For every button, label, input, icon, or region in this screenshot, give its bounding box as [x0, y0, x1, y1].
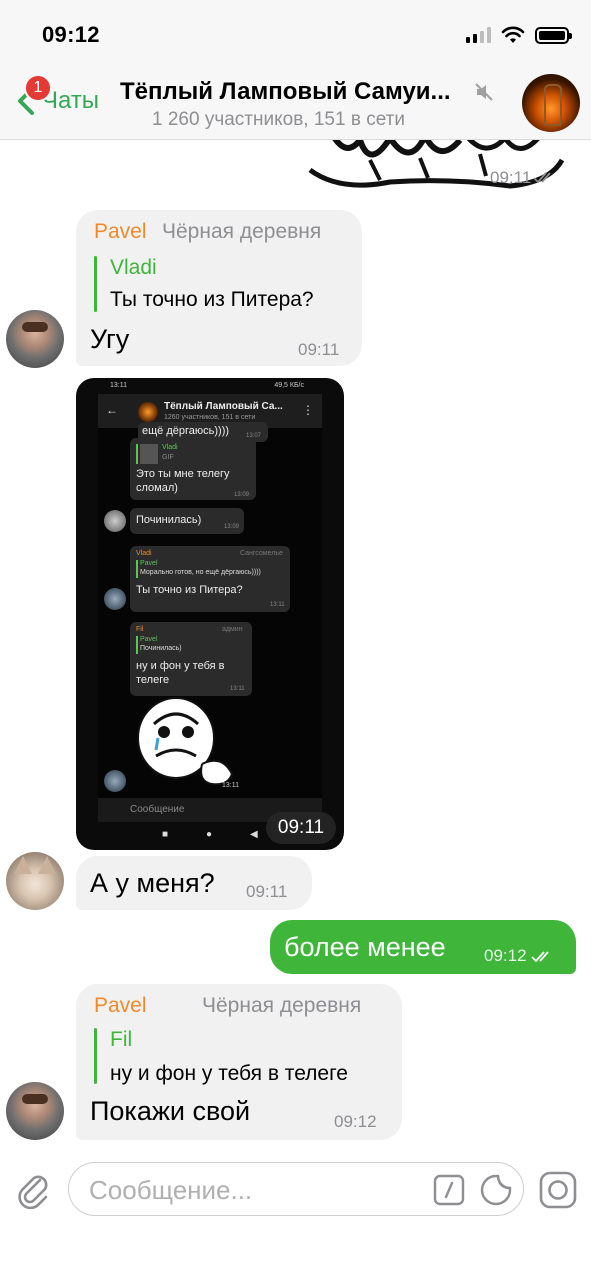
shot-bubble: Починилась) 13:09: [130, 508, 244, 534]
shot-reply-text: Починилась): [140, 645, 182, 652]
double-check-icon: [533, 172, 551, 184]
shot-time: 13:09: [234, 492, 250, 498]
shot-text: ну и фон у тебя в: [136, 660, 225, 672]
battery-icon: [535, 26, 572, 44]
shot-reply-bar: [136, 444, 138, 464]
sender-name[interactable]: Pavel: [94, 220, 147, 244]
shot-sender: Fil: [136, 626, 144, 633]
shot-nav-circle-icon: ●: [206, 829, 213, 840]
message-bubble[interactable]: А у меня? 09:11: [76, 856, 312, 910]
shot-text: Починилась): [136, 514, 202, 526]
shot-body: ещё дёргаюсь)))) 13:07 Vladi GIF Это ты …: [98, 422, 322, 798]
screenshot-image[interactable]: 13:11 49,5 КБ/с ← Тёплый Ламповый Са... …: [76, 378, 344, 850]
chat-area[interactable]: 09:11 Pavel Чёрная деревня Vladi Ты точн…: [0, 140, 591, 1140]
message-time: 09:12: [484, 946, 557, 966]
shot-sender-title: Сангсомелье: [240, 550, 283, 557]
sender-title: Чёрная деревня: [162, 220, 322, 243]
message-time: 09:12: [334, 1112, 377, 1131]
chat-header: Чаты 1 Тёплый Ламповый Самуи... 1 260 уч…: [0, 66, 591, 140]
shot-subtitle: 1260 участников, 151 в сети: [164, 414, 256, 421]
attach-icon[interactable]: [14, 1170, 54, 1210]
status-icons: [466, 26, 572, 44]
shot-avatar: [104, 510, 126, 532]
shot-avatar: [104, 588, 126, 610]
message-text: более менее: [284, 932, 446, 962]
avatar[interactable]: [6, 310, 64, 368]
message-bubble[interactable]: Pavel Чёрная деревня Vladi Ты точно из П…: [76, 210, 362, 366]
shot-time: 13:11: [230, 686, 245, 692]
sender-name[interactable]: Pavel: [94, 994, 147, 1018]
sticker-time: 09:11: [490, 168, 557, 188]
shot-title: Тёплый Ламповый Са...: [164, 401, 283, 412]
shot-reply-name: Vladi: [162, 444, 178, 451]
message-text: Покажи свой: [90, 1096, 251, 1126]
shot-reply-name: Pavel: [140, 636, 158, 643]
unread-badge: 1: [24, 74, 52, 102]
avatar[interactable]: [6, 852, 64, 910]
shot-reply-text: Морально готов, но ещё дёргаюсь)))): [140, 569, 261, 576]
shot-text: Ты точно из Питера?: [136, 584, 243, 596]
shot-avatar: [138, 402, 158, 422]
shot-reply-text: GIF: [162, 454, 174, 461]
sender-title: Чёрная деревня: [202, 994, 362, 1017]
image-time: 09:11: [266, 812, 336, 844]
camera-icon[interactable]: [538, 1170, 578, 1210]
shot-time: 13:09: [224, 524, 240, 530]
shot-sender: Vladi: [136, 550, 152, 557]
avatar[interactable]: [6, 1082, 64, 1140]
shot-bubble: Vladi Сангсомелье Pavel Морально готов, …: [130, 546, 290, 612]
message-time: 09:11: [298, 340, 340, 359]
status-bar: 09:12: [0, 0, 591, 66]
reply-text[interactable]: Ты точно из Питера?: [110, 288, 314, 312]
shot-gif-thumb: [140, 444, 158, 464]
message-field[interactable]: [68, 1162, 524, 1216]
message-text: А у меня?: [90, 868, 215, 898]
double-check-icon: [531, 950, 549, 962]
shot-input-placeholder: Сообщение: [130, 804, 185, 815]
shot-reply-bar: [136, 560, 138, 578]
shot-text: сломал): [136, 482, 178, 494]
shot-back-icon: ←: [106, 403, 118, 417]
shot-bubble: Fil админ Pavel Починилась) ну и фон у т…: [130, 622, 252, 696]
shot-nav-square-icon: ■: [162, 829, 169, 840]
shot-text: ещё дёргаюсь)))): [142, 425, 230, 437]
chat-title[interactable]: Тёплый Ламповый Самуи...: [120, 78, 451, 106]
shot-text: телеге: [136, 674, 170, 686]
shot-sticker-time: 13:11: [222, 782, 239, 789]
muted-icon: [475, 83, 493, 101]
shot-reply-bar: [136, 636, 138, 654]
shot-reply-name: Pavel: [140, 560, 158, 567]
reply-bar: [94, 1028, 97, 1084]
message-bubble[interactable]: Pavel Чёрная деревня Fil ну и фон у тебя…: [76, 984, 402, 1140]
message-input[interactable]: [89, 1171, 429, 1209]
reply-text[interactable]: ну и фон у тебя в телеге: [110, 1062, 348, 1086]
reply-name[interactable]: Fil: [110, 1028, 132, 1052]
back-button[interactable]: Чаты: [10, 76, 99, 126]
commands-icon[interactable]: [433, 1174, 465, 1206]
shot-nav-back-icon: ◀: [250, 829, 258, 840]
shot-bubble: Vladi GIF Это ты мне телегу сломал) 13:0…: [130, 438, 256, 500]
shot-status-speed: 49,5 КБ/с: [274, 382, 304, 389]
group-avatar[interactable]: [522, 74, 580, 132]
wifi-icon: [501, 26, 525, 43]
message-bubble-outgoing[interactable]: более менее 09:12: [270, 920, 576, 974]
shot-time: 13:11: [270, 602, 285, 608]
shot-sticker-image: [137, 697, 234, 786]
shot-menu-icon: ⋮: [302, 403, 314, 417]
shot-sender-title: админ: [222, 626, 243, 633]
reply-name[interactable]: Vladi: [110, 256, 157, 280]
shot-avatar: [104, 770, 126, 792]
sticker-icon[interactable]: [479, 1173, 513, 1207]
message-input-bar: [0, 1140, 591, 1280]
status-time: 09:12: [42, 22, 100, 47]
message-time: 09:11: [246, 882, 288, 901]
reply-bar: [94, 256, 97, 312]
signal-icon: [466, 27, 491, 43]
chat-subtitle: 1 260 участников, 151 в сети: [152, 109, 405, 130]
shot-text: Это ты мне телегу: [136, 468, 230, 480]
message-text: Угу: [90, 324, 130, 354]
